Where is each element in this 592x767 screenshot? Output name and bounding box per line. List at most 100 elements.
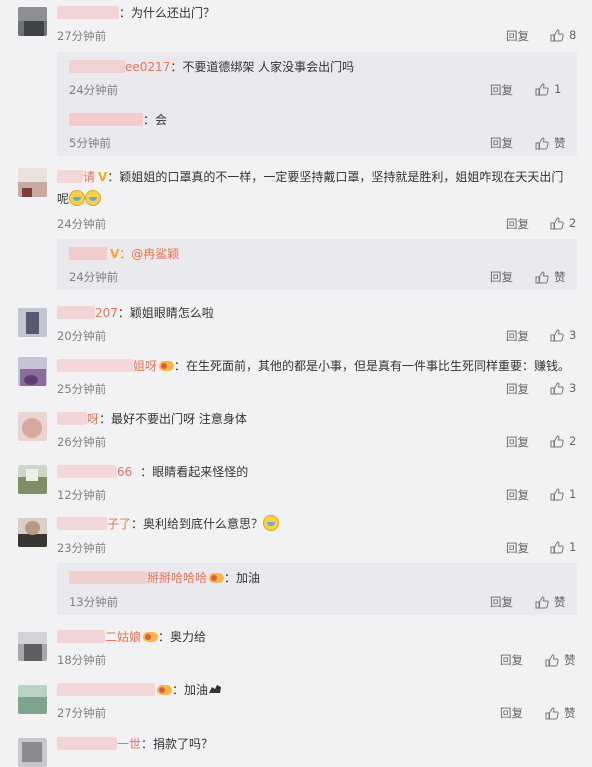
username-suffix[interactable]: 请 — [83, 170, 95, 184]
reply-button[interactable]: 回复 — [506, 28, 529, 44]
reply-button[interactable]: 回复 — [506, 434, 529, 450]
timestamp: 27分钟前 — [57, 29, 107, 43]
reply-button[interactable]: 回复 — [506, 540, 529, 556]
reply-button[interactable]: 回复 — [500, 705, 523, 721]
like-button[interactable]: 3 — [550, 328, 576, 342]
timestamp: 25分钟前 — [57, 382, 107, 396]
comment-text: ：加油 — [224, 571, 261, 585]
comment-line-2: 呢 — [57, 190, 102, 208]
timestamp: 26分钟前 — [57, 435, 107, 449]
username[interactable] — [69, 571, 147, 584]
member-badge-icon — [157, 685, 172, 695]
avatar[interactable] — [18, 357, 47, 386]
username[interactable] — [69, 113, 143, 126]
laugh-cry-emoji-icon — [69, 190, 86, 206]
username-suffix[interactable]: 一世 — [117, 737, 141, 751]
comment-line: 子了：奥利给到底什么意思？ — [57, 515, 280, 533]
thumb-up-icon — [535, 271, 549, 284]
reply-button[interactable]: 回复 — [490, 82, 513, 98]
like-button[interactable]: 3 — [550, 381, 576, 395]
comment-text: ：颖姐眼睛怎么啦 — [117, 306, 214, 320]
username-suffix[interactable]: ee0217 — [125, 60, 170, 74]
username[interactable] — [57, 306, 95, 319]
username[interactable] — [57, 683, 155, 696]
username-suffix[interactable]: 呀 — [87, 412, 99, 426]
thumb-up-icon — [550, 29, 564, 42]
like-button[interactable]: 赞 — [535, 269, 566, 285]
like-button[interactable]: 2 — [550, 434, 576, 448]
thumb-up-icon — [550, 329, 564, 342]
comment-line: 请 V：颖姐姐的口罩真的不一样，一定要坚持戴口罩，坚持就是胜利，姐姐咋现在天天出门 — [57, 168, 563, 186]
username[interactable] — [57, 170, 83, 183]
like-button[interactable]: 1 — [550, 487, 576, 501]
thumb-up-icon — [535, 596, 549, 609]
avatar[interactable] — [18, 518, 47, 547]
comment-text: ：加油 — [172, 683, 209, 697]
comment-text: ：在生死面前，其他的都是小事，但是真有一件事比生死同样重要：赚钱。 — [174, 359, 571, 373]
comment-line: 207：颖姐眼睛怎么啦 — [57, 304, 214, 322]
username[interactable] — [57, 630, 105, 643]
like-button[interactable]: 赞 — [535, 594, 566, 610]
like-button[interactable]: 8 — [550, 28, 576, 42]
thumb-up-icon — [545, 654, 559, 667]
timestamp: 27分钟前 — [57, 706, 107, 720]
username[interactable] — [57, 6, 119, 19]
username-suffix[interactable]: 子了 — [107, 517, 131, 531]
username[interactable] — [57, 359, 133, 372]
verified-badge-icon: V — [98, 170, 108, 184]
reply-button[interactable]: 回复 — [506, 381, 529, 397]
thumb-up-icon — [535, 83, 549, 96]
comment-line: 一世：捐款了吗？ — [57, 735, 213, 753]
like-button[interactable]: 赞 — [545, 705, 576, 721]
reply-button[interactable]: 回复 — [506, 487, 529, 503]
username-suffix[interactable]: 掰掰哈哈哈 — [147, 571, 207, 585]
thumb-up-icon — [550, 488, 564, 501]
reply-button[interactable]: 回复 — [506, 216, 529, 232]
thumb-up-icon — [550, 541, 564, 554]
like-count: 3 — [569, 328, 577, 342]
like-button[interactable]: 赞 — [545, 652, 576, 668]
avatar[interactable] — [18, 738, 47, 767]
username-suffix[interactable]: 207 — [95, 306, 118, 320]
comment-text: ：眼睛看起来怪怪的 — [140, 465, 249, 479]
reply-button[interactable]: 回复 — [500, 652, 523, 668]
member-badge-icon — [159, 361, 175, 371]
like-button[interactable]: 1 — [535, 82, 561, 96]
like-button[interactable]: 1 — [550, 540, 576, 554]
like-button[interactable]: 2 — [550, 216, 576, 230]
comment-line: 66 ：眼睛看起来怪怪的 — [57, 463, 248, 481]
thumb-up-icon — [545, 707, 559, 720]
avatar[interactable] — [18, 7, 47, 36]
username[interactable] — [57, 412, 87, 425]
comment-text: ：不要道德绑架 人家没事会出门吗 — [170, 60, 355, 74]
verified-badge-icon: V — [110, 247, 120, 261]
avatar[interactable] — [18, 685, 47, 714]
comment-line: V：@冉鲨颖 — [69, 245, 179, 263]
username-suffix[interactable]: 二姑娘 — [105, 630, 141, 644]
thumb-up-icon — [550, 435, 564, 448]
like-button[interactable]: 赞 — [535, 135, 566, 151]
username[interactable] — [57, 517, 107, 530]
reply-button[interactable]: 回复 — [490, 135, 513, 151]
avatar[interactable] — [18, 412, 47, 441]
thumb-up-icon — [550, 382, 564, 395]
username-suffix[interactable]: 姐呀 — [133, 359, 157, 373]
username[interactable] — [69, 247, 107, 260]
avatar[interactable] — [18, 465, 47, 494]
avatar[interactable] — [18, 308, 47, 337]
avatar[interactable] — [18, 632, 47, 661]
reply-button[interactable]: 回复 — [490, 594, 513, 610]
reply-button[interactable]: 回复 — [490, 269, 513, 285]
like-count: 赞 — [564, 706, 576, 720]
username[interactable] — [69, 60, 125, 73]
thumb-up-icon — [535, 137, 549, 150]
comment-text: ：@冉鲨颖 — [119, 247, 180, 261]
username-suffix[interactable]: 66 — [117, 465, 132, 479]
username[interactable] — [57, 737, 117, 750]
muscle-emoji-icon — [209, 685, 222, 693]
comment-line: ee0217：不要道德绑架 人家没事会出门吗 — [69, 58, 354, 76]
reply-button[interactable]: 回复 — [506, 328, 529, 344]
avatar[interactable] — [18, 168, 47, 197]
comment-text: ：奥力给 — [158, 630, 207, 644]
username[interactable] — [57, 465, 117, 478]
